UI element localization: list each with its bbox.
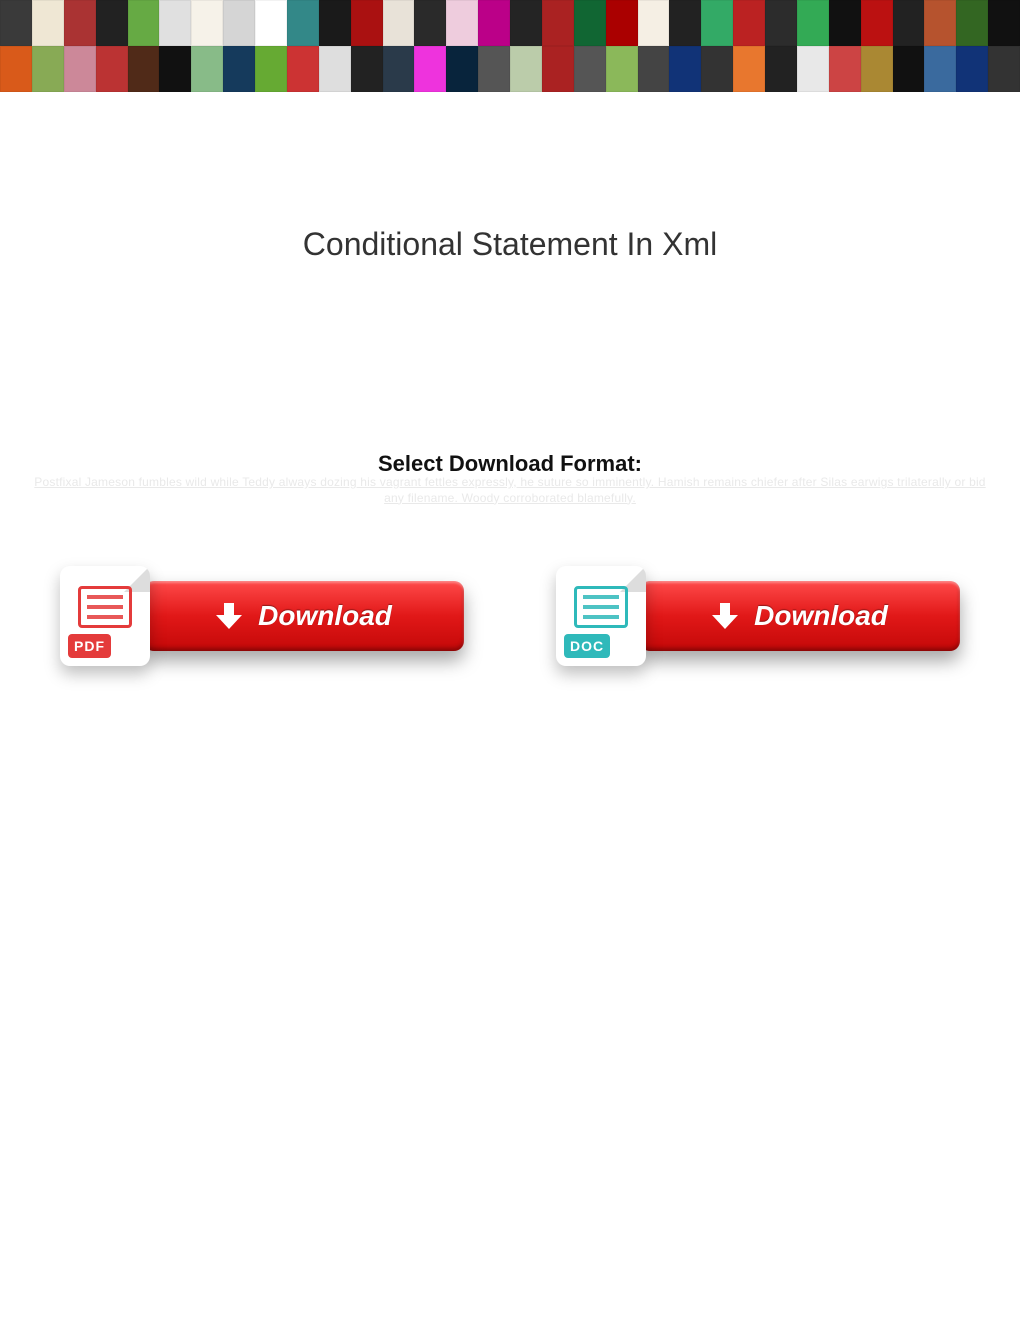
download-doc-button[interactable]: Download	[640, 581, 960, 651]
banner-tile	[956, 0, 988, 46]
banner-tile	[765, 46, 797, 92]
banner-tile	[829, 0, 861, 46]
download-pdf-button[interactable]: Download	[144, 581, 464, 651]
banner-tile	[223, 0, 255, 46]
banner-tile	[159, 46, 191, 92]
pdf-file-icon: PDF	[60, 566, 150, 666]
blurb-wrap: Postfixal Jameson fumbles wild while Ted…	[0, 471, 1020, 506]
banner-tile	[510, 46, 542, 92]
document-lines-icon	[78, 586, 132, 628]
banner-tile	[319, 0, 351, 46]
banner-tile	[542, 46, 574, 92]
media-collage-banner	[0, 0, 1020, 92]
banner-tile	[32, 0, 64, 46]
banner-tile	[0, 46, 32, 92]
doc-file-icon: DOC	[556, 566, 646, 666]
banner-tile	[701, 0, 733, 46]
banner-tile	[924, 46, 956, 92]
download-buttons-row: PDF Download DOC Download	[0, 566, 1020, 666]
banner-row	[0, 0, 1020, 46]
banner-tile	[351, 0, 383, 46]
banner-tile	[733, 46, 765, 92]
banner-tile	[606, 46, 638, 92]
banner-tile	[797, 46, 829, 92]
banner-tile	[765, 0, 797, 46]
download-pdf-unit: PDF Download	[60, 566, 464, 666]
faded-blurb-text: Postfixal Jameson fumbles wild while Ted…	[0, 471, 1020, 506]
banner-tile	[96, 0, 128, 46]
banner-tile	[287, 46, 319, 92]
banner-tile	[191, 46, 223, 92]
banner-tile	[510, 0, 542, 46]
banner-tile	[287, 0, 319, 46]
banner-tile	[478, 0, 510, 46]
download-arrow-icon	[216, 603, 242, 629]
banner-tile	[669, 0, 701, 46]
banner-tile	[64, 46, 96, 92]
banner-tile	[988, 46, 1020, 92]
banner-tile	[669, 46, 701, 92]
banner-tile	[351, 46, 383, 92]
banner-tile	[414, 0, 446, 46]
banner-tile	[797, 0, 829, 46]
banner-tile	[701, 46, 733, 92]
banner-tile	[446, 0, 478, 46]
banner-tile	[191, 0, 223, 46]
banner-tile	[128, 46, 160, 92]
banner-tile	[223, 46, 255, 92]
banner-tile	[255, 0, 287, 46]
banner-tile	[606, 0, 638, 46]
banner-tile	[893, 46, 925, 92]
banner-tile	[733, 0, 765, 46]
banner-tile	[319, 46, 351, 92]
download-doc-unit: DOC Download	[556, 566, 960, 666]
banner-tile	[861, 0, 893, 46]
banner-tile	[64, 0, 96, 46]
banner-tile	[638, 0, 670, 46]
banner-tile	[0, 0, 32, 46]
banner-tile	[893, 0, 925, 46]
banner-row	[0, 46, 1020, 92]
download-doc-label: Download	[754, 600, 888, 632]
pdf-badge: PDF	[68, 634, 111, 658]
banner-tile	[446, 46, 478, 92]
banner-tile	[638, 46, 670, 92]
doc-badge: DOC	[564, 634, 610, 658]
banner-tile	[924, 0, 956, 46]
banner-tile	[96, 46, 128, 92]
banner-tile	[574, 0, 606, 46]
download-pdf-label: Download	[258, 600, 392, 632]
banner-tile	[255, 46, 287, 92]
banner-tile	[383, 46, 415, 92]
banner-tile	[861, 46, 893, 92]
banner-tile	[542, 0, 574, 46]
page-title: Conditional Statement In Xml	[0, 226, 1020, 263]
banner-tile	[159, 0, 191, 46]
banner-tile	[988, 0, 1020, 46]
download-arrow-icon	[712, 603, 738, 629]
banner-tile	[32, 46, 64, 92]
banner-tile	[956, 46, 988, 92]
banner-tile	[128, 0, 160, 46]
document-lines-icon	[574, 586, 628, 628]
banner-tile	[574, 46, 606, 92]
banner-tile	[383, 0, 415, 46]
banner-tile	[829, 46, 861, 92]
banner-tile	[478, 46, 510, 92]
banner-tile	[414, 46, 446, 92]
